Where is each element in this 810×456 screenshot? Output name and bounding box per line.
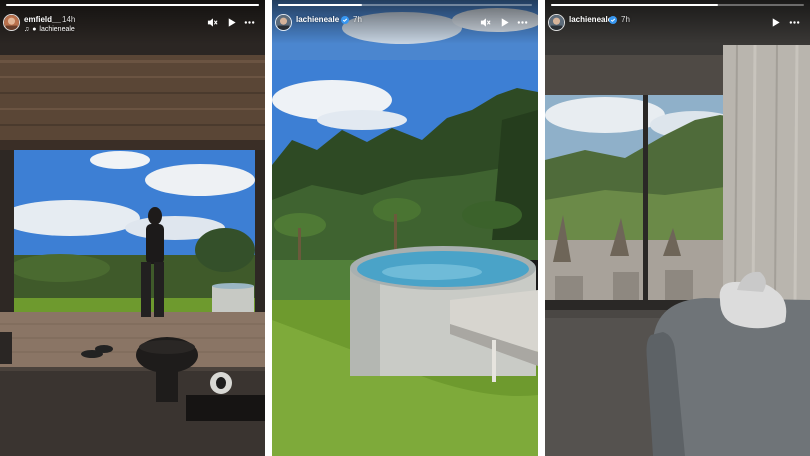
more-icon[interactable]: [517, 17, 528, 28]
avatar[interactable]: [3, 14, 20, 31]
more-icon[interactable]: [244, 17, 255, 28]
collab-avatar-icon: ●: [32, 26, 37, 33]
story-photo-2: [272, 0, 538, 456]
story-timestamp: 7h: [621, 15, 630, 24]
story-progress-fill: [551, 4, 718, 6]
avatar[interactable]: [275, 14, 292, 31]
story-progress-bar: [551, 4, 804, 6]
story-progress-fill: [278, 4, 362, 6]
music-note-icon: ♫: [24, 26, 30, 33]
verified-badge-icon: [609, 16, 617, 24]
more-icon[interactable]: [789, 17, 800, 28]
mute-icon[interactable]: [207, 17, 218, 28]
avatar[interactable]: [548, 14, 565, 31]
collab-username: lachieneale: [39, 26, 75, 33]
story-username[interactable]: lachieneale: [296, 15, 339, 24]
verified-badge-icon: [341, 16, 349, 24]
story-panel-1[interactable]: emfield__ 14h ♫ ● lachieneale: [0, 0, 265, 456]
play-icon[interactable]: [226, 17, 237, 28]
story-panel-2[interactable]: lachieneale 7h: [272, 0, 538, 456]
mute-icon[interactable]: [480, 17, 491, 28]
story-username[interactable]: lachieneale: [569, 15, 612, 24]
story-photo-1: [0, 0, 265, 456]
play-icon[interactable]: [499, 17, 510, 28]
story-progress-bar: [278, 4, 532, 6]
play-icon[interactable]: [770, 17, 781, 28]
story-timestamp: 7h: [353, 15, 362, 24]
story-progress-bar: [6, 4, 259, 6]
collab-tag[interactable]: ♫ ● lachieneale: [24, 26, 75, 33]
story-panel-3[interactable]: lachieneale 7h: [545, 0, 810, 456]
story-photo-3: [545, 0, 810, 456]
story-username[interactable]: emfield__: [24, 15, 61, 24]
story-timestamp: 14h: [62, 15, 76, 24]
story-progress-fill: [6, 4, 259, 6]
